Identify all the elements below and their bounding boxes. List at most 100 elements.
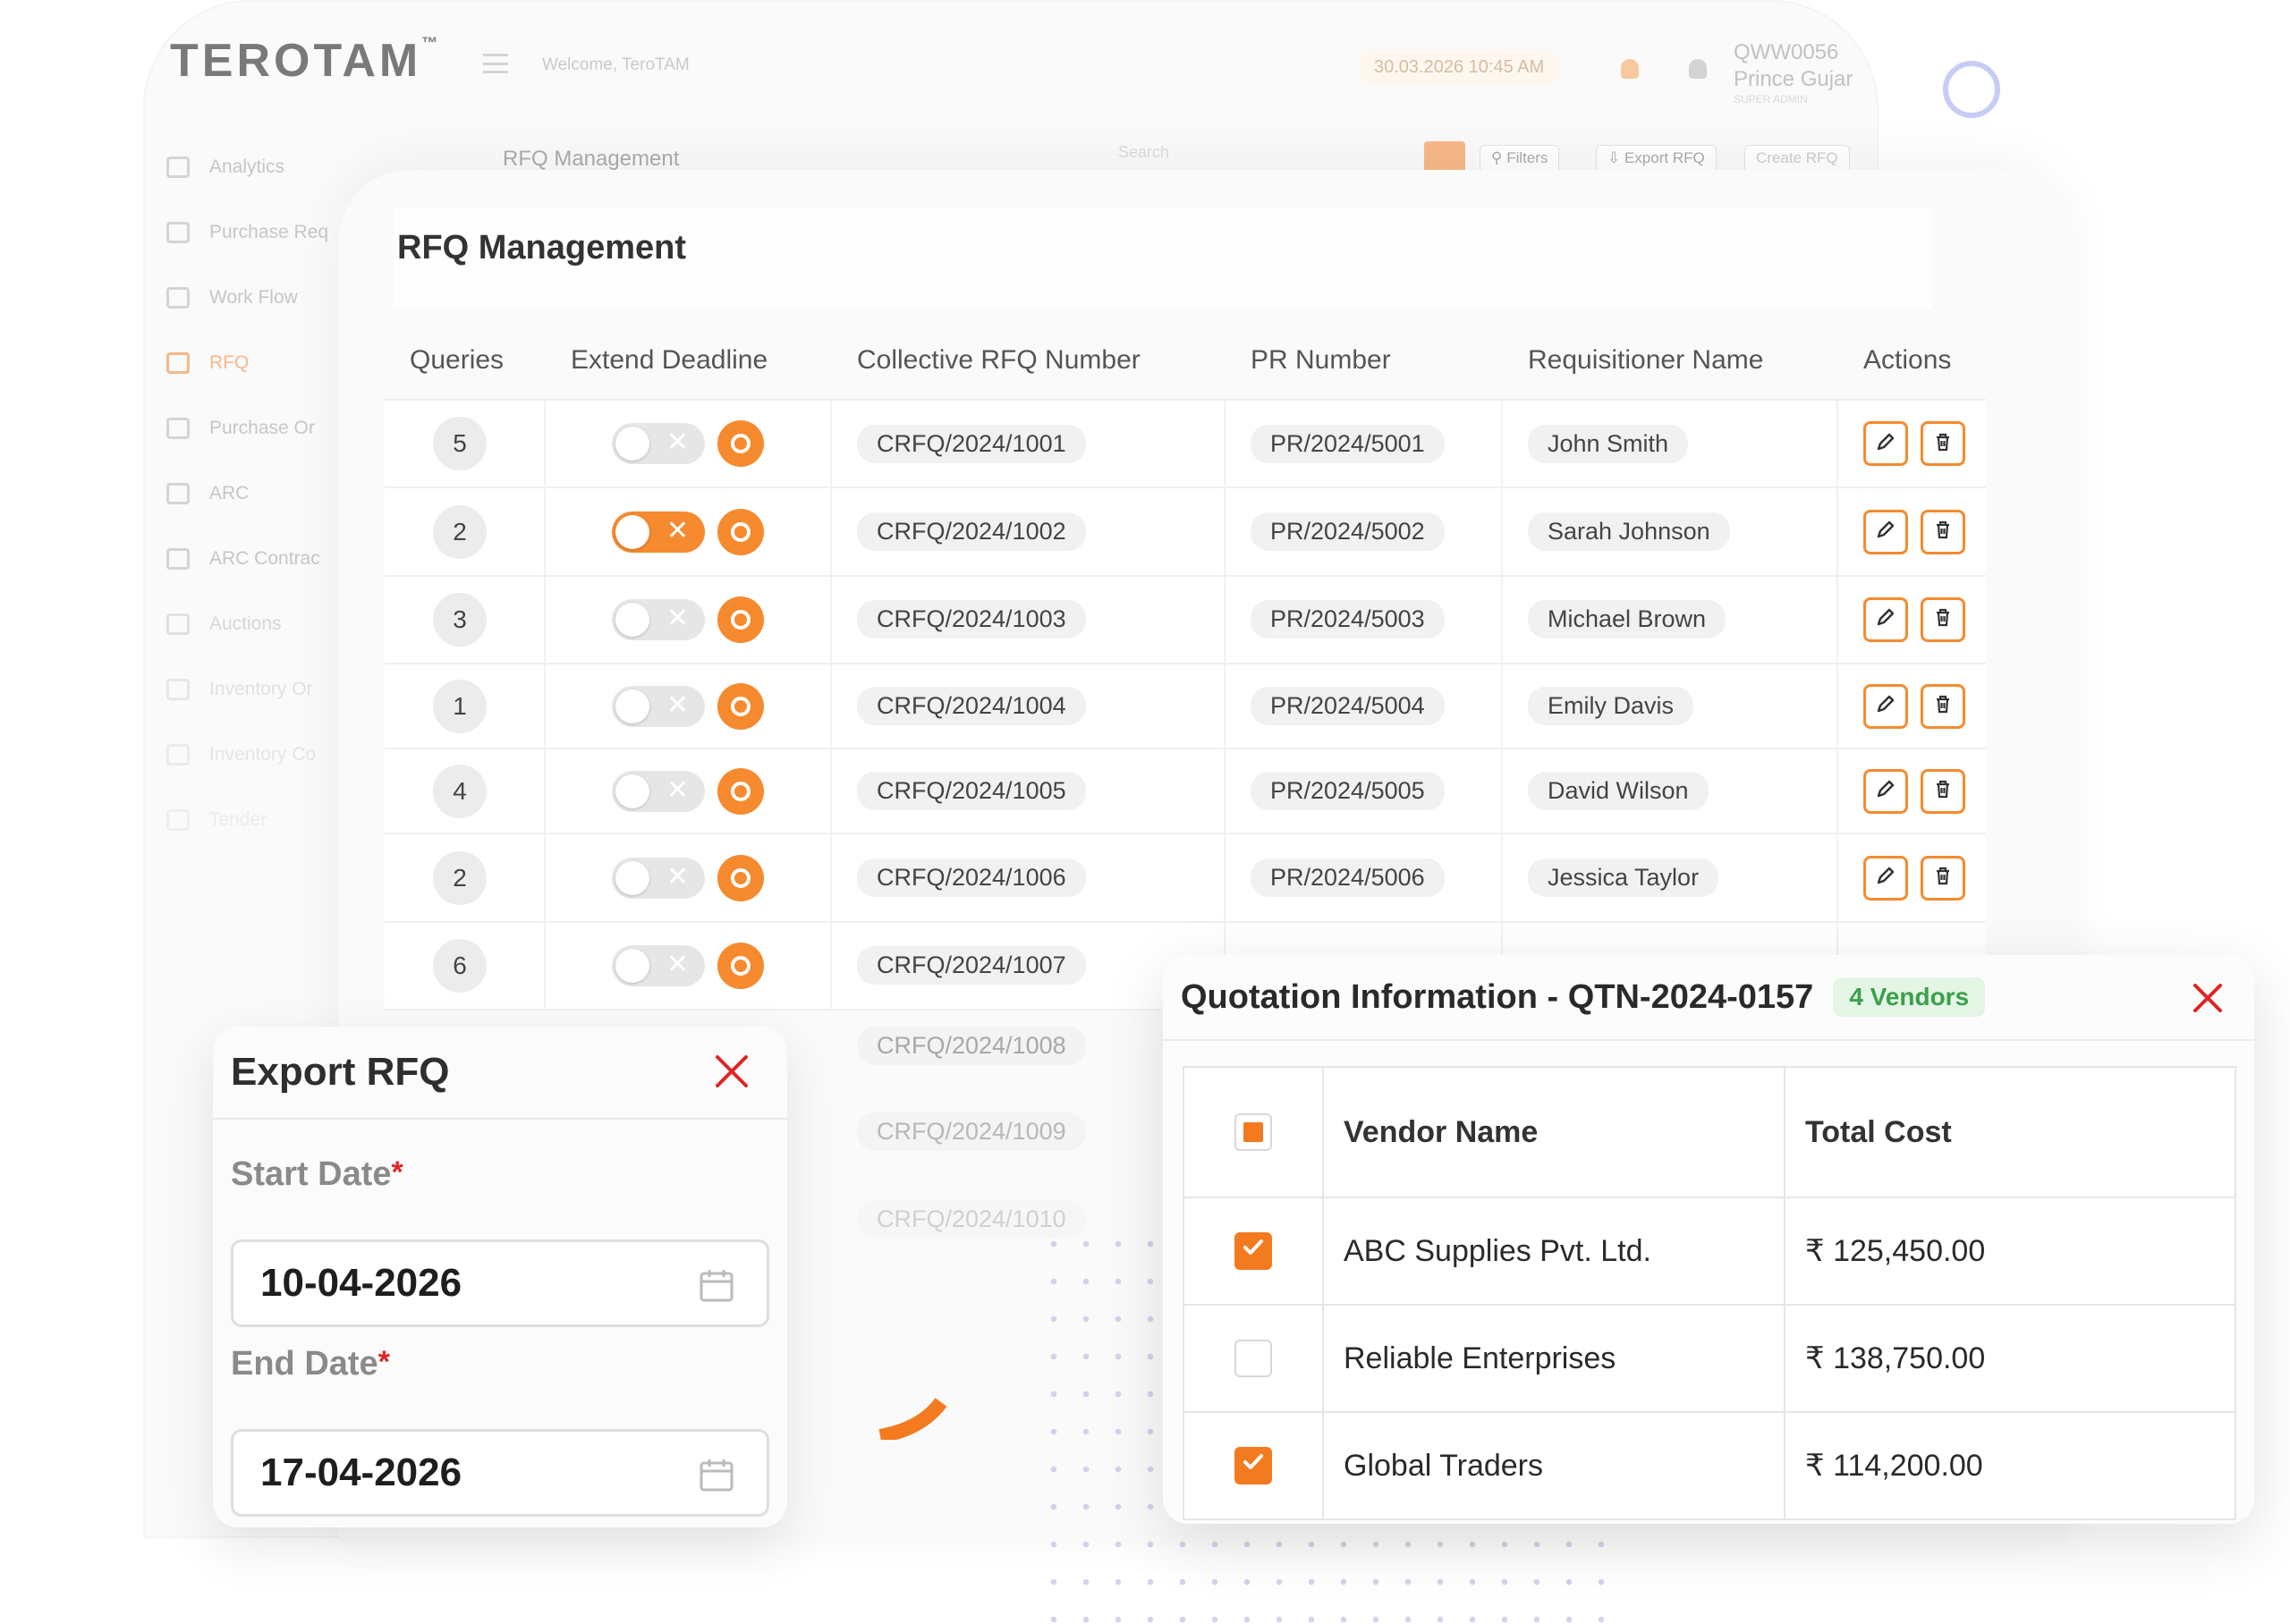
select-all-checkbox[interactable] (1234, 1113, 1272, 1151)
export-modal-header: Export RFQ (213, 1027, 787, 1120)
collective-rfq-number[interactable]: CRFQ/2024/1001 (857, 424, 1086, 463)
end-date-label: End Date* (231, 1345, 390, 1383)
queries-count-badge[interactable]: 1 (433, 679, 487, 733)
deadline-status-icon[interactable] (717, 767, 764, 815)
sidebar-item-work-flow[interactable]: Work Flow (166, 265, 354, 330)
collective-rfq-number[interactable]: CRFQ/2024/1006 (857, 859, 1086, 898)
extend-deadline-toggle[interactable]: ✕ (612, 598, 705, 640)
queries-count-badge[interactable]: 3 (433, 592, 487, 647)
vendor-row: Reliable Enterprises ₹ 138,750.00 (1184, 1306, 2235, 1413)
edit-button[interactable] (1863, 596, 1908, 642)
table-row: 4 ✕ CRFQ/2024/1005 PR/2024/5005 David Wilson (385, 749, 1986, 835)
collective-rfq-number[interactable]: CRFQ/2024/1007 (857, 946, 1086, 985)
column-header-queries[interactable]: Queries (385, 345, 546, 376)
edit-button[interactable] (1863, 768, 1908, 814)
table-row: 3 ✕ CRFQ/2024/1003 PR/2024/5003 Michael Brow… (385, 576, 1986, 665)
delete-button[interactable] (1921, 509, 1965, 554)
faded-rfq-number: CRFQ/2024/1009 (857, 1112, 1086, 1151)
deadline-status-icon[interactable] (717, 420, 764, 468)
vendor-select-checkbox[interactable] (1234, 1340, 1272, 1377)
user-name: Prince Gujar (1734, 67, 1853, 91)
delete-button[interactable] (1921, 855, 1965, 901)
table-row: 5 ✕ CRFQ/2024/1001 PR/2024/5001 John Smith (385, 401, 1986, 489)
edit-button[interactable] (1863, 509, 1908, 554)
extend-deadline-toggle[interactable]: ✕ (612, 511, 705, 553)
notification-bell-icon[interactable] (1621, 59, 1639, 79)
toggle-x-icon: ✕ (666, 949, 689, 979)
delete-button[interactable] (1921, 683, 1965, 729)
collective-rfq-number[interactable]: CRFQ/2024/1004 (857, 687, 1086, 726)
vendor-select-checkbox[interactable] (1234, 1447, 1272, 1484)
edit-button[interactable] (1863, 683, 1908, 729)
start-date-label: Start Date* (231, 1155, 403, 1193)
column-header-extend-deadline[interactable]: Extend Deadline (546, 345, 832, 376)
column-header-requisitioner-name[interactable]: Requisitioner Name (1503, 345, 1838, 376)
sidebar-item-arc-contract[interactable]: ARC Contrac (166, 526, 354, 591)
edit-button[interactable] (1863, 421, 1908, 467)
sidebar-item-analytics[interactable]: Analytics (166, 134, 354, 199)
extend-deadline-toggle[interactable]: ✕ (612, 944, 705, 986)
delete-button[interactable] (1921, 596, 1965, 642)
requisitioner-name: David Wilson (1528, 772, 1709, 811)
user-avatar-icon[interactable] (1689, 59, 1707, 79)
close-icon[interactable] (712, 1052, 751, 1091)
search-input[interactable]: Search (1118, 143, 1422, 172)
purchase-order-icon (166, 417, 190, 439)
vendor-select-checkbox[interactable] (1234, 1232, 1272, 1270)
sidebar-item-auctions[interactable]: Auctions (166, 591, 354, 656)
requisitioner-name: John Smith (1528, 424, 1689, 463)
queries-count-badge[interactable]: 2 (433, 504, 487, 559)
sidebar-item-inventory-order[interactable]: Inventory Or (166, 656, 354, 722)
requisitioner-name: Michael Brown (1528, 600, 1726, 639)
toggle-x-icon: ✕ (666, 774, 689, 805)
hamburger-menu-icon[interactable] (483, 54, 508, 73)
deadline-status-icon[interactable] (717, 596, 764, 643)
deadline-status-icon[interactable] (717, 682, 764, 730)
calendar-icon[interactable] (699, 1457, 734, 1493)
welcome-text: Welcome, TeroTAM (542, 55, 690, 74)
export-modal-title: Export RFQ (231, 1050, 450, 1094)
export-rfq-modal: Export RFQ Start Date* 10-04-2026 End Da… (213, 1027, 787, 1527)
sidebar-item-rfq[interactable]: RFQ (166, 330, 354, 395)
deadline-status-icon[interactable] (717, 854, 764, 901)
required-asterisk: * (391, 1155, 403, 1189)
queries-count-badge[interactable]: 2 (433, 850, 487, 905)
column-header-collective-rfq-number[interactable]: Collective RFQ Number (832, 345, 1226, 376)
queries-count-badge[interactable]: 4 (433, 764, 487, 818)
end-date-input[interactable]: 17-04-2026 (231, 1429, 769, 1517)
trash-icon (1931, 777, 1955, 805)
pr-number: PR/2024/5002 (1251, 512, 1445, 552)
calendar-icon[interactable] (699, 1267, 734, 1303)
close-icon[interactable] (2188, 978, 2227, 1018)
sidebar-item-purchase-request[interactable]: Purchase Req (166, 199, 354, 265)
inventory-count-icon (166, 743, 190, 765)
sidebar-item-tender[interactable]: Tender (166, 787, 354, 852)
sidebar-item-purchase-order[interactable]: Purchase Or (166, 395, 354, 461)
search-button[interactable] (1424, 141, 1465, 173)
sidebar-item-inventory-count[interactable]: Inventory Co (166, 722, 354, 787)
delete-button[interactable] (1921, 421, 1965, 467)
queries-count-badge[interactable]: 5 (433, 417, 487, 471)
deadline-status-icon[interactable] (717, 942, 764, 989)
column-header-vendor-name[interactable]: Vendor Name (1324, 1068, 1785, 1197)
collective-rfq-number[interactable]: CRFQ/2024/1002 (857, 512, 1086, 552)
edit-button[interactable] (1863, 855, 1908, 901)
extend-deadline-toggle[interactable]: ✕ (612, 770, 705, 812)
extend-deadline-toggle[interactable]: ✕ (612, 685, 705, 727)
queries-count-badge[interactable]: 6 (433, 938, 487, 993)
collective-rfq-number[interactable]: CRFQ/2024/1003 (857, 600, 1086, 639)
deadline-status-icon[interactable] (717, 508, 764, 555)
delete-button[interactable] (1921, 768, 1965, 814)
column-header-pr-number[interactable]: PR Number (1226, 345, 1503, 376)
sidebar-item-arc[interactable]: ARC (166, 461, 354, 526)
table-row: 1 ✕ CRFQ/2024/1004 PR/2024/5004 Emily Davis (385, 664, 1986, 750)
extend-deadline-toggle[interactable]: ✕ (612, 423, 705, 465)
start-date-input[interactable]: 10-04-2026 (231, 1239, 769, 1327)
extend-deadline-toggle[interactable]: ✕ (612, 857, 705, 899)
collective-rfq-number[interactable]: CRFQ/2024/1005 (857, 772, 1086, 811)
user-info[interactable]: QWW0056 Prince Gujar SUPER ADMIN (1734, 39, 1853, 106)
column-header-total-cost[interactable]: Total Cost (1785, 1068, 2235, 1197)
decorative-ring (1943, 61, 2000, 118)
purchase-request-icon (166, 221, 190, 243)
datetime-display: 30.03.2026 10:45 AM (1360, 50, 1559, 85)
